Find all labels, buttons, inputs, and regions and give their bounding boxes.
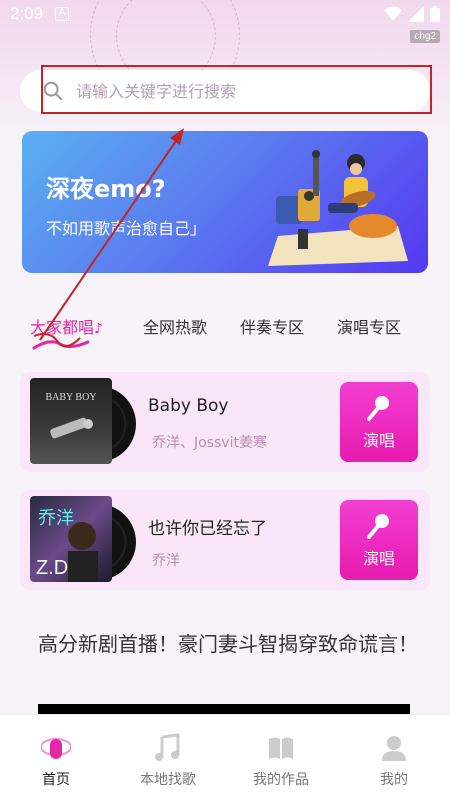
album-art: 乔洋 Z.D (30, 496, 112, 582)
tab-accompaniment[interactable]: 伴奏专区 (240, 314, 304, 338)
nav-label: 我的 (380, 772, 408, 788)
svg-text:乔洋: 乔洋 (38, 508, 74, 529)
svg-text:BABY BOY: BABY BOY (45, 392, 96, 403)
banner-title: 深夜emo? (46, 175, 166, 203)
nav-label: 我的作品 (253, 772, 309, 788)
album-cover: 乔洋 Z.D (30, 496, 136, 584)
annotation-highlight-box (41, 65, 432, 114)
signal-icon (408, 6, 424, 22)
microphone-icon (367, 396, 389, 421)
tab-performance[interactable]: 演唱专区 (337, 314, 401, 338)
nav-label: 首页 (42, 772, 70, 788)
battery-icon (430, 6, 440, 22)
status-bar: 2:09 A (0, 0, 450, 28)
music-note-icon (155, 733, 180, 761)
microphone-icon (41, 738, 71, 759)
sing-button-label: 演唱 (362, 431, 395, 450)
song-artist: 乔洋 (152, 553, 180, 569)
tab-everyone-sings[interactable]: 大家都唱♪ (30, 314, 103, 338)
tab-label: 大家都唱 (30, 318, 95, 337)
album-cover: BABY BOY (30, 378, 136, 466)
album-art-graphic: BABY BOY (45, 392, 97, 439)
music-note-icon: ♪ (94, 321, 103, 337)
promo-banner[interactable]: 深夜emo? 不如用歌声治愈自己」 (22, 131, 428, 273)
news-headline[interactable]: 高分新剧首播！豪门妻斗智揭穿致命谎言！ (38, 628, 418, 661)
svg-text:Z.D: Z.D (36, 557, 68, 579)
sing-button-label: 演唱 (362, 549, 395, 568)
wifi-icon (384, 6, 402, 21)
status-time: 2:09 (10, 4, 44, 23)
song-title: 也许你已经忘了 (148, 519, 267, 539)
album-art: BABY BOY (30, 378, 112, 464)
microphone-icon (367, 514, 389, 539)
active-tab-squiggle (32, 340, 90, 350)
person-icon (382, 736, 406, 761)
song-card[interactable]: 乔洋 Z.D 也许你已经忘了 乔洋 演唱 (20, 490, 430, 590)
album-art-graphic: 乔洋 Z.D (36, 508, 98, 582)
bottom-navigation: 首页 本地找歌 我的作品 我的 (0, 714, 450, 800)
notification-a-icon: A (55, 7, 70, 21)
nav-home[interactable]: 首页 (6, 733, 106, 789)
guitar-player-illustration (268, 150, 408, 266)
song-card[interactable]: BABY BOY Baby Boy 乔洋、Jossvit姜寒 演唱 (20, 372, 430, 472)
nav-label: 本地找歌 (140, 772, 196, 788)
nav-local-songs[interactable]: 本地找歌 (118, 733, 218, 789)
song-artist: 乔洋、Jossvit姜寒 (152, 435, 267, 451)
book-icon (269, 737, 293, 759)
banner-subtitle: 不如用歌声治愈自己」 (46, 219, 207, 238)
sing-button[interactable]: 演唱 (340, 500, 418, 580)
nav-profile[interactable]: 我的 (344, 733, 444, 789)
category-tabs: 大家都唱♪ 全网热歌 伴奏专区 演唱专区 (0, 310, 450, 350)
song-title: Baby Boy (148, 396, 229, 416)
tab-hot-songs[interactable]: 全网热歌 (143, 314, 207, 338)
debug-badge: chg2 (410, 30, 440, 43)
sing-button[interactable]: 演唱 (340, 382, 418, 462)
nav-my-works[interactable]: 我的作品 (231, 733, 331, 789)
status-icons (384, 6, 440, 22)
